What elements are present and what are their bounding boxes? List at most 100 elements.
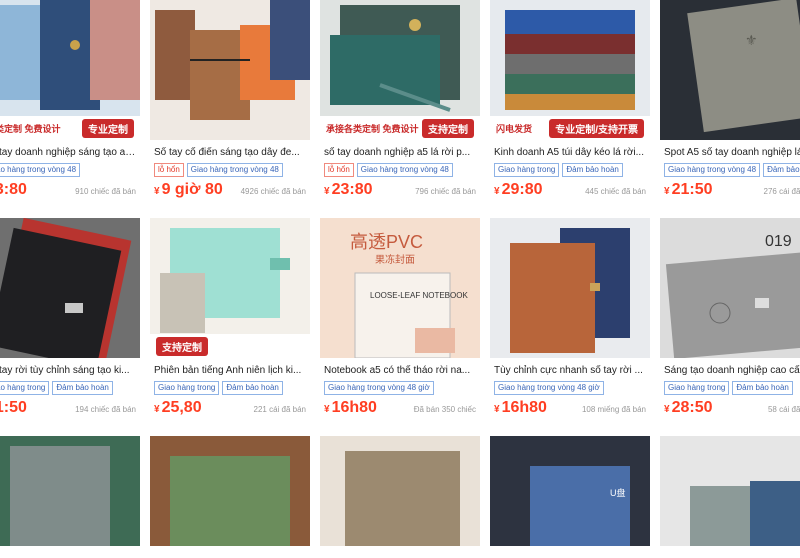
product-card[interactable]: 支持定制 Phiên bản tiếng Anh niên lịch ki...… xyxy=(150,218,310,436)
sold-count: 108 miếng đã bán xyxy=(581,405,646,414)
guarantee-tag: Đảm bảo hoàn xyxy=(562,163,623,177)
delivery-tag: Giao hàng trong vòng 48 xyxy=(0,163,81,177)
sold-count: 4926 chiếc đã bán xyxy=(240,187,306,196)
product-title[interactable]: Sổ tay cổ điển sáng tạo dây đe... xyxy=(150,147,310,158)
product-image[interactable] xyxy=(320,436,480,546)
price-row: ¥25,80 221 cái đã bán xyxy=(150,399,310,417)
tag-row: Giao hàng trong Đảm bảo hoàn xyxy=(150,381,310,395)
price: ¥21:50 xyxy=(664,181,713,198)
price-row: 21:50 194 chiếc đã bán xyxy=(0,399,140,417)
product-card[interactable]: U盘 xyxy=(490,436,650,546)
product-card[interactable]: Tùy chỉnh cực nhanh sổ tay rời ... Giao … xyxy=(490,218,650,436)
product-image[interactable] xyxy=(0,436,140,546)
product-card[interactable]: Sổ tay cổ điển sáng tạo dây đe... lỗ hổn… xyxy=(150,0,310,218)
promo-right-text: 支持定制 xyxy=(422,119,474,138)
promo-banner: 闪电发货 专业定制/支持开票 xyxy=(490,116,650,140)
price: ¥25,80 xyxy=(154,399,202,416)
product-title[interactable]: sổ tay doanh nghiệp a5 lá rời p... xyxy=(320,147,480,158)
promo-left-text: 承接各类定制 免费设计 xyxy=(326,124,419,134)
product-image[interactable]: 高透PVC 果冻封面 LOOSE-LEAF NOTEBOOK xyxy=(320,218,480,358)
product-title[interactable]: Kinh doanh A5 túi dây kéo lá rời... xyxy=(490,147,650,158)
tag-row: Giao hàng trong vòng 48 giờ xyxy=(490,381,650,395)
price-row: ¥23:80 796 chiếc đã bán xyxy=(320,181,480,199)
product-title[interactable]: Sổ tay rời tùy chỉnh sáng tạo ki... xyxy=(0,365,140,376)
tag-row: Giao hàng trong vòng 48 xyxy=(0,163,140,177)
product-image[interactable] xyxy=(150,0,310,140)
price-row: ¥28:50 58 cái đã bán xyxy=(660,399,800,417)
product-card[interactable] xyxy=(150,436,310,546)
product-image[interactable]: 支持定制 xyxy=(150,218,310,358)
sold-count: 276 cái đã bán xyxy=(763,187,800,196)
product-card[interactable]: 高透PVC 果冻封面 LOOSE-LEAF NOTEBOOK Notebook … xyxy=(320,218,480,436)
delivery-tag: Giao hàng trong vòng 48 xyxy=(186,163,283,177)
guarantee-tag: Đảm bảo hoàn xyxy=(763,163,800,177)
delivery-tag: Giao hàng trong vòng 48 xyxy=(664,163,761,177)
product-card[interactable]: Sổ tay rời tùy chỉnh sáng tạo ki... Giao… xyxy=(0,218,140,436)
product-card[interactable] xyxy=(0,436,140,546)
delivery-tag: Giao hàng trong xyxy=(154,381,220,395)
product-card[interactable]: 019 Sáng tạo doanh nghiệp cao cấp Giao h… xyxy=(660,218,800,436)
sold-count: 910 chiếc đã bán xyxy=(75,187,136,196)
guarantee-tag: Đảm bảo hoàn xyxy=(52,381,113,395)
product-image[interactable] xyxy=(150,436,310,546)
feature-tag: lỗ hổn xyxy=(324,163,354,177)
usb-label: U盘 xyxy=(610,487,626,498)
product-image[interactable] xyxy=(660,436,800,546)
price: ¥16h80 xyxy=(494,399,547,416)
product-image[interactable]: 019 xyxy=(660,218,800,358)
product-card[interactable]: 闪电发货 专业定制/支持开票 Kinh doanh A5 túi dây kéo… xyxy=(490,0,650,218)
price: ¥23:80 xyxy=(324,181,373,198)
promo-left-text: 支持定制 xyxy=(156,337,208,356)
product-image[interactable]: U盘 xyxy=(490,436,650,546)
feature-tag: lỗ hổn xyxy=(154,163,184,177)
price-row: ¥9 giờ 80 4926 chiếc đã bán xyxy=(150,181,310,199)
price-row: ¥16h80 108 miếng đã bán xyxy=(490,399,650,417)
product-image[interactable]: ⚜ xyxy=(660,0,800,140)
svg-text:⚜: ⚜ xyxy=(745,32,758,48)
product-card[interactable] xyxy=(660,436,800,546)
product-title[interactable]: Phiên bản tiếng Anh niên lịch ki... xyxy=(150,365,310,376)
price: ¥16h80 xyxy=(324,399,377,416)
loose-leaf-label: LOOSE-LEAF NOTEBOOK xyxy=(370,291,468,300)
price-row: ¥29:80 445 chiếc đã bán xyxy=(490,181,650,199)
price: ¥9 giờ 80 xyxy=(154,181,223,198)
product-grid: 各类定制 免费设计 专业定制 Sổ tay doanh nghiệp sáng … xyxy=(0,0,800,546)
product-title[interactable]: Tùy chỉnh cực nhanh sổ tay rời ... xyxy=(490,365,650,376)
product-card[interactable]: 承接各类定制 免费设计 支持定制 sổ tay doanh nghiệp a5 … xyxy=(320,0,480,218)
product-title[interactable]: Sổ tay doanh nghiệp sáng tạo a5 sổ tay r… xyxy=(0,147,140,158)
product-title[interactable]: Spot A5 sổ tay doanh nghiệp lá... xyxy=(660,147,800,158)
delivery-tag: Giao hàng trong vòng 48 giờ xyxy=(324,381,434,395)
delivery-tag: Giao hàng trong xyxy=(0,381,50,395)
guarantee-tag: Đảm bảo hoàn xyxy=(222,381,283,395)
tag-row: lỗ hổn Giao hàng trong vòng 48 xyxy=(150,163,310,177)
calendar-number: 019 xyxy=(765,233,792,250)
price-row: 23:80 910 chiếc đã bán xyxy=(0,181,140,199)
product-title[interactable]: Notebook a5 có thể tháo rời na... xyxy=(320,365,480,376)
price: ¥28:50 xyxy=(664,399,713,416)
product-card[interactable]: ⚜ Spot A5 sổ tay doanh nghiệp lá... Giao… xyxy=(660,0,800,218)
product-image[interactable]: 各类定制 免费设计 专业定制 xyxy=(0,0,140,140)
product-card[interactable] xyxy=(320,436,480,546)
sold-count: 221 cái đã bán xyxy=(253,405,307,414)
tag-row: Giao hàng trong Đảm bảo hoàn xyxy=(490,163,650,177)
promo-left-text: 闪电发货 xyxy=(496,124,533,134)
product-card[interactable]: 各类定制 免费设计 专业定制 Sổ tay doanh nghiệp sáng … xyxy=(0,0,140,218)
price: 23:80 xyxy=(0,181,27,198)
product-title[interactable]: Sáng tạo doanh nghiệp cao cấp xyxy=(660,365,800,376)
promo-banner: 各类定制 免费设计 专业定制 xyxy=(0,116,140,140)
product-image[interactable]: 闪电发货 专业定制/支持开票 xyxy=(490,0,650,140)
sold-count: Đã bán 350 chiếc xyxy=(413,405,476,414)
promo-banner: 支持定制 xyxy=(150,334,310,358)
delivery-tag: Giao hàng trong vòng 48 xyxy=(356,163,453,177)
sold-count: 194 chiếc đã bán xyxy=(75,405,136,414)
price: 21:50 xyxy=(0,399,27,416)
product-image[interactable] xyxy=(490,218,650,358)
product-image[interactable] xyxy=(0,218,140,358)
promo-right-text: 专业定制 xyxy=(82,119,134,138)
delivery-tag: Giao hàng trong xyxy=(664,381,730,395)
price: ¥29:80 xyxy=(494,181,543,198)
promo-left-text: 各类定制 免费设计 xyxy=(0,124,61,134)
sold-count: 796 chiếc đã bán xyxy=(415,187,476,196)
product-image[interactable]: 承接各类定制 免费设计 支持定制 xyxy=(320,0,480,140)
guarantee-tag: Đảm bảo hoàn xyxy=(732,381,793,395)
